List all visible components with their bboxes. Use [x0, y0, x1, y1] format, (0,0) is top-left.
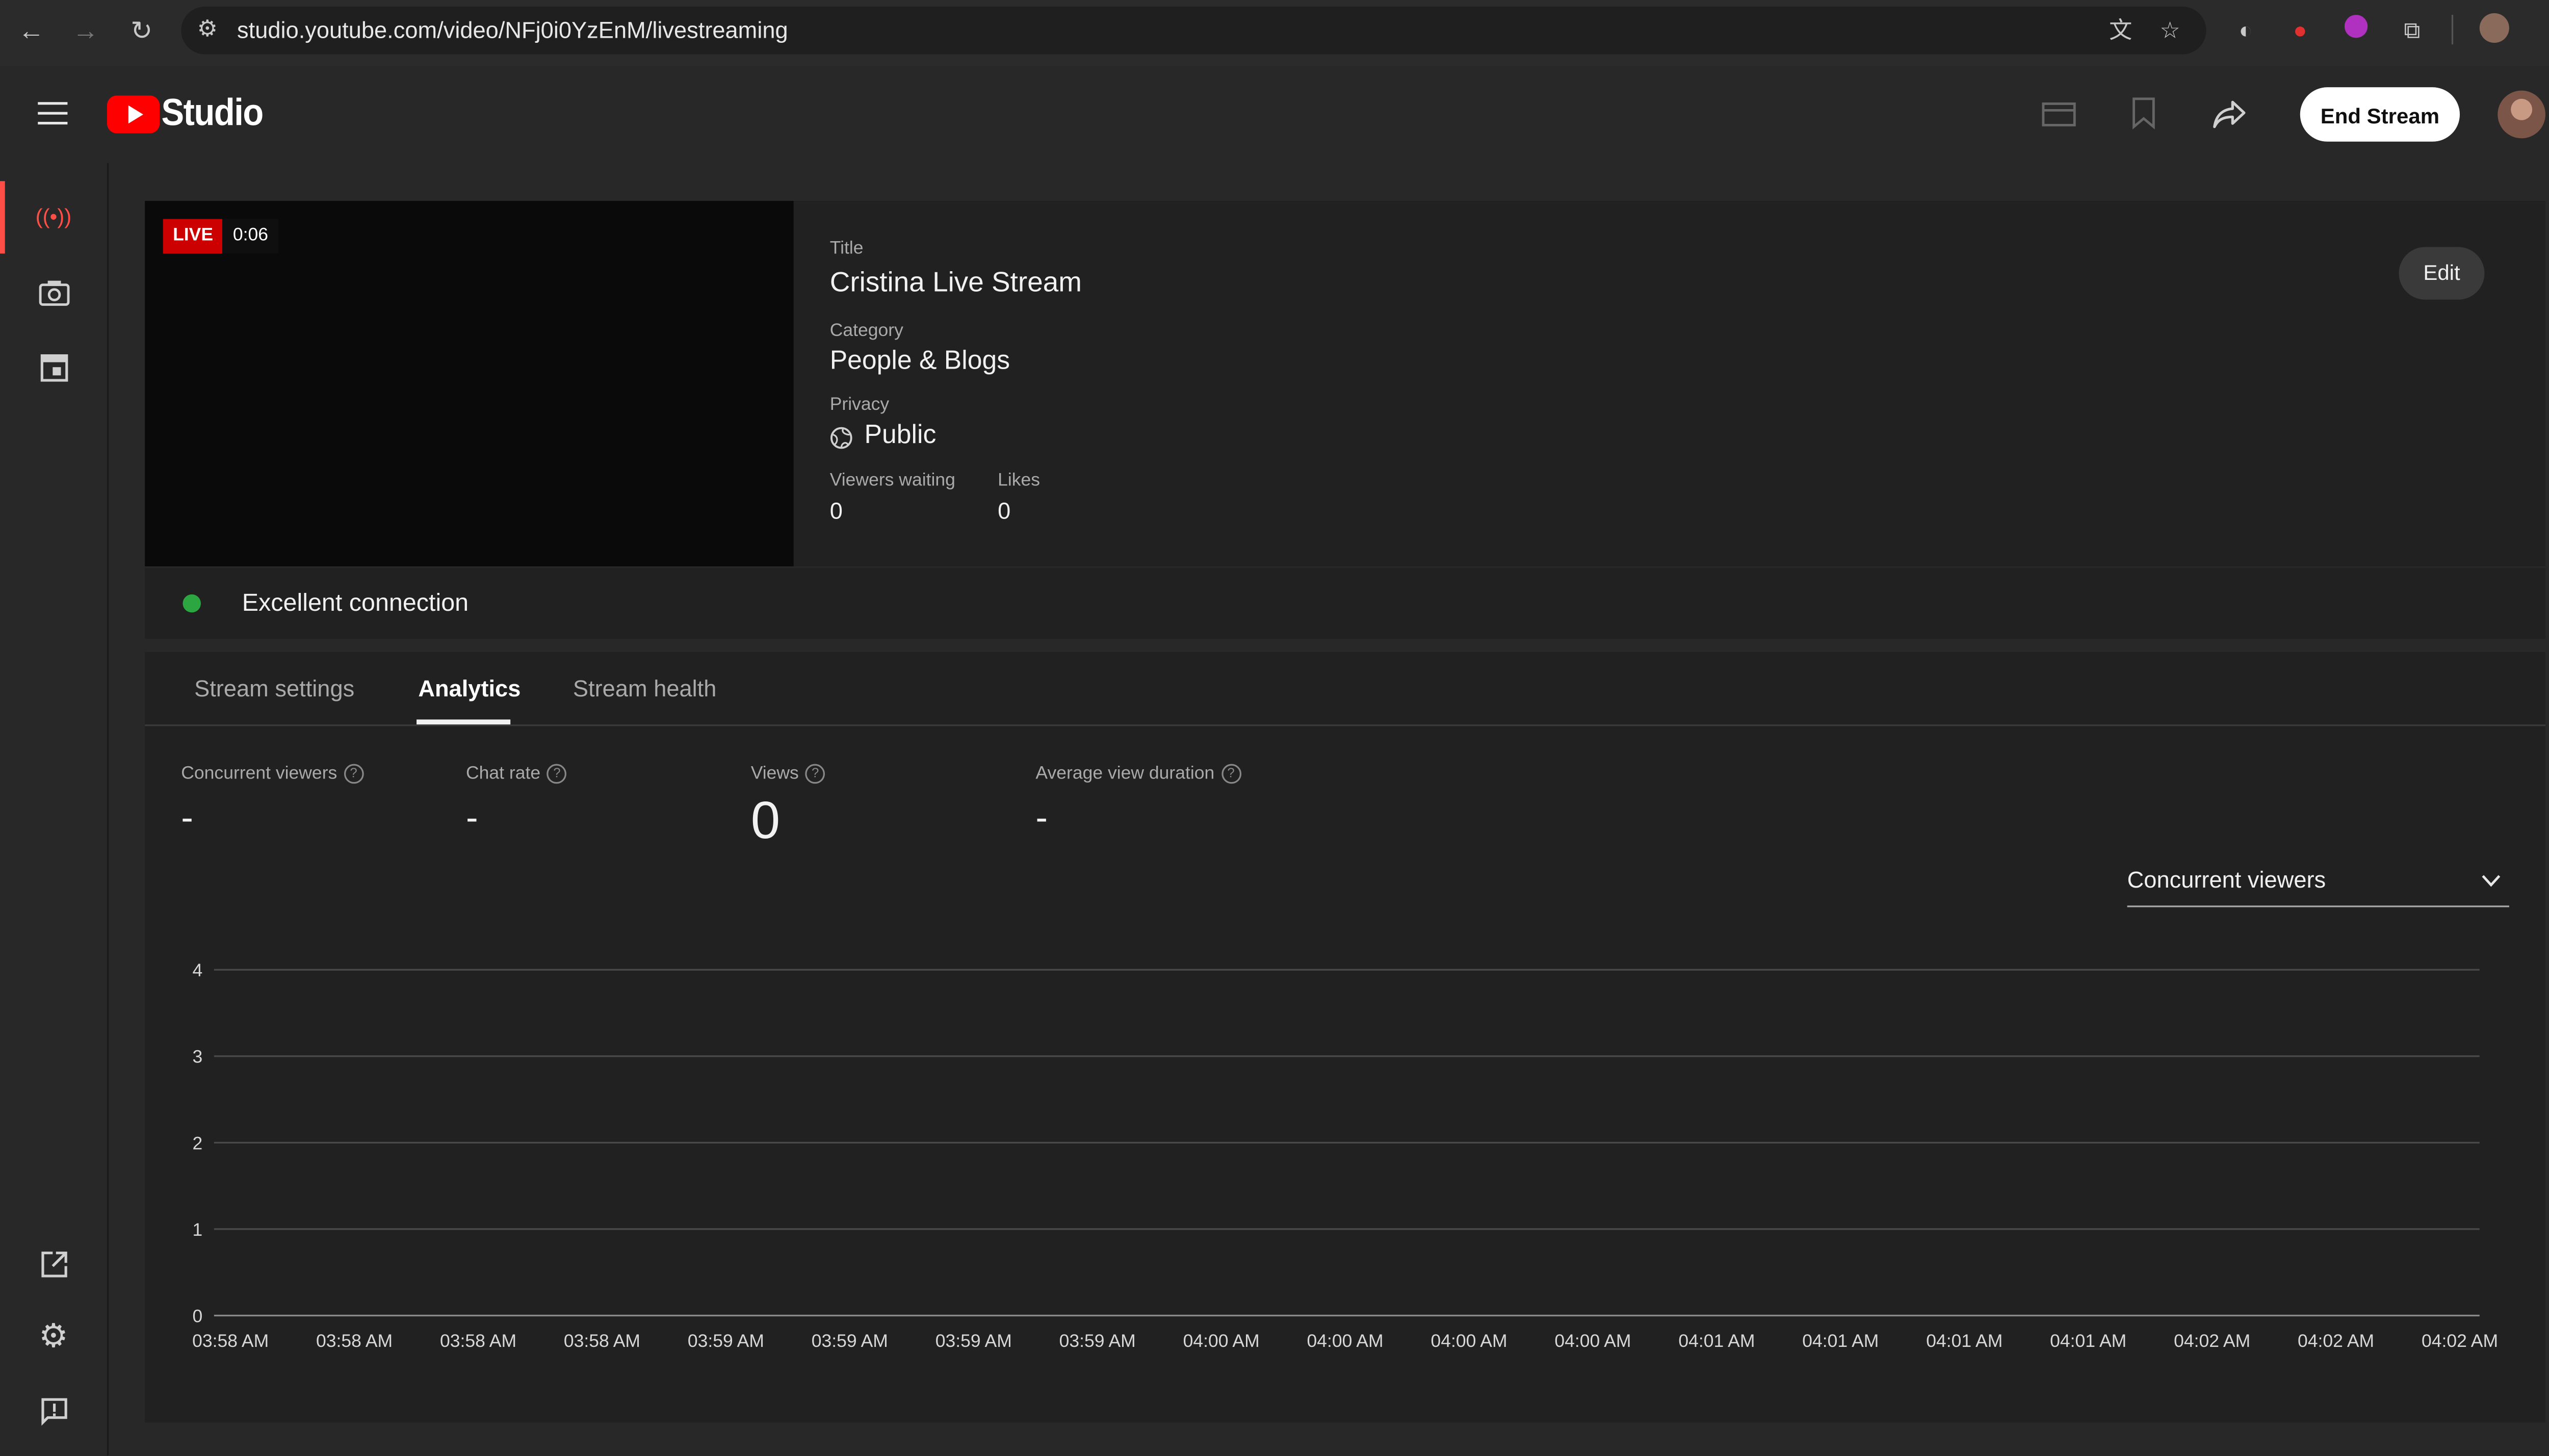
x-tick-label: 03:59 AM: [1059, 1331, 1136, 1351]
x-tick-label: 04:02 AM: [2174, 1331, 2250, 1351]
x-tick-label: 03:59 AM: [688, 1331, 764, 1351]
y-tick-label: 4: [192, 960, 202, 980]
x-tick-label: 03:58 AM: [316, 1331, 393, 1351]
x-tick-label: 03:58 AM: [564, 1331, 640, 1351]
x-tick-label: 03:59 AM: [935, 1331, 1012, 1351]
x-tick-label: 03:59 AM: [812, 1331, 888, 1351]
y-tick-label: 0: [192, 1306, 202, 1326]
x-tick-label: 04:01 AM: [2050, 1331, 2126, 1351]
x-tick-label: 04:00 AM: [1554, 1331, 1631, 1351]
y-tick-label: 1: [192, 1219, 202, 1240]
x-tick-label: 04:02 AM: [2298, 1331, 2374, 1351]
x-tick-label: 04:01 AM: [1926, 1331, 2002, 1351]
x-tick-label: 03:58 AM: [440, 1331, 516, 1351]
x-tick-label: 04:00 AM: [1430, 1331, 1507, 1351]
x-tick-label: 04:01 AM: [1678, 1331, 1755, 1351]
y-tick-label: 3: [192, 1047, 202, 1067]
x-tick-label: 04:00 AM: [1307, 1331, 1384, 1351]
x-tick-label: 04:00 AM: [1183, 1331, 1260, 1351]
concurrent-viewers-chart: 0 1 2 3 4 03:58 AM 03:58 AM 03:58 AM 03:58 AM 03:…: [192, 960, 2498, 1351]
x-tick-label: 04:01 AM: [1802, 1331, 1879, 1351]
y-tick-label: 2: [192, 1133, 202, 1153]
x-tick-label: 03:58 AM: [192, 1331, 269, 1351]
x-tick-label: 04:02 AM: [2422, 1331, 2498, 1351]
